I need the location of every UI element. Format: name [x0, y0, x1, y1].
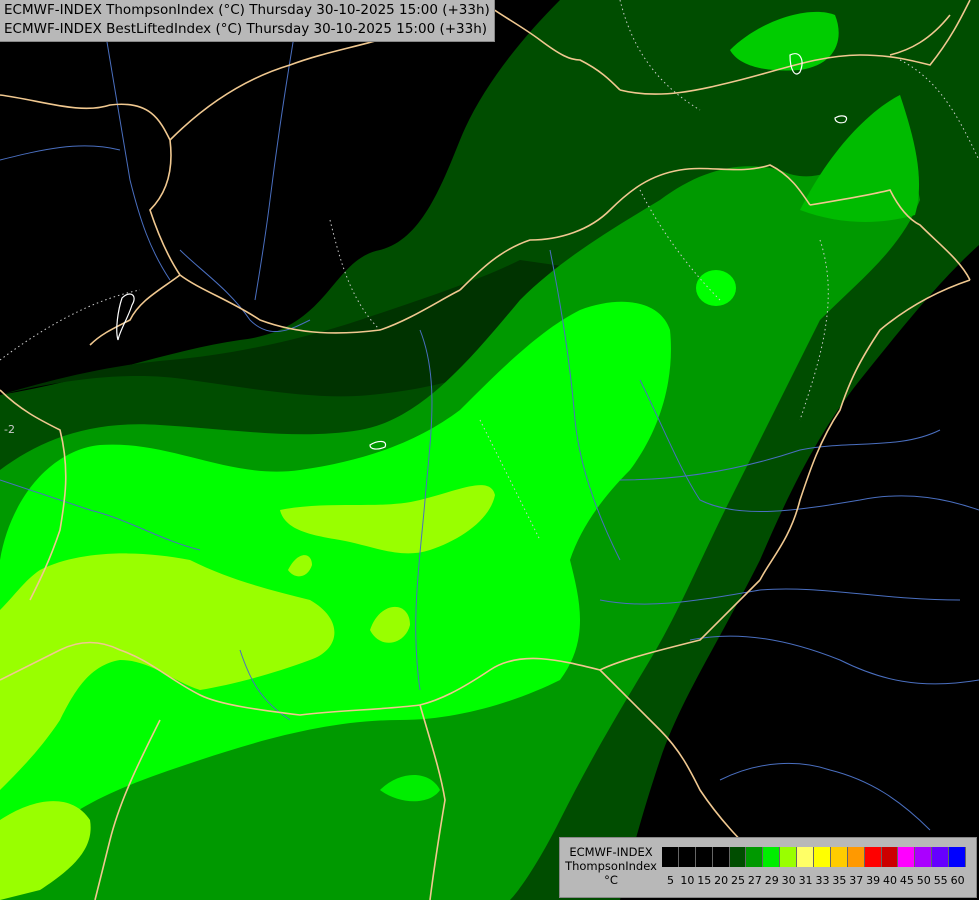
weather-map: -2 [0, 0, 979, 900]
legend-tick: 60 [950, 874, 965, 887]
legend-swatch [830, 847, 848, 867]
legend-tick: 15 [697, 874, 712, 887]
legend-label: ECMWF-INDEX ThompsonIndex °C [562, 845, 660, 887]
legend-swatch [932, 847, 950, 867]
legend-tick: 10 [680, 874, 695, 887]
legend-swatches [662, 847, 967, 867]
title-thompson-index: ECMWF-INDEX ThompsonIndex (°C) Thursday … [4, 2, 490, 18]
color-legend: ECMWF-INDEX ThompsonIndex °C 5 10 15 20 25 27… [559, 837, 977, 898]
title-best-lifted-index: ECMWF-INDEX BestLiftedIndex (°C) Thursda… [4, 21, 488, 37]
legend-swatch [780, 847, 798, 867]
legend-swatch [695, 847, 713, 867]
field-bright-blob [696, 270, 736, 306]
legend-tick: 50 [916, 874, 931, 887]
legend-swatch [847, 847, 865, 867]
legend-tick: 31 [798, 874, 813, 887]
contour-label: -2 [4, 423, 15, 436]
legend-unit: °C [604, 873, 618, 887]
legend-ticks: 5 10 15 20 25 27 29 30 31 33 35 37 39 40 45 50 55 60 [662, 874, 966, 887]
legend-tick: 33 [815, 874, 830, 887]
legend-title: ECMWF-INDEX [569, 845, 653, 859]
legend-tick: 45 [899, 874, 914, 887]
legend-tick: 37 [849, 874, 864, 887]
legend-tick: 27 [747, 874, 762, 887]
legend-swatch [814, 847, 831, 867]
legend-tick: 25 [731, 874, 745, 887]
legend-swatch [797, 847, 815, 867]
legend-swatch [712, 847, 730, 867]
legend-swatch [746, 847, 764, 867]
legend-tick: 5 [666, 874, 674, 887]
legend-swatch [763, 847, 781, 867]
legend-swatch [678, 847, 696, 867]
legend-tick: 55 [933, 874, 948, 887]
legend-swatch [729, 847, 747, 867]
legend-swatch [864, 847, 882, 867]
legend-variable: ThompsonIndex [565, 859, 657, 873]
map-title-box: ECMWF-INDEX ThompsonIndex (°C) Thursday … [0, 0, 495, 42]
legend-tick: 29 [764, 874, 779, 887]
legend-tick: 20 [714, 874, 729, 887]
legend-swatch [915, 847, 933, 867]
legend-tick: 39 [866, 874, 881, 887]
legend-swatch [898, 847, 916, 867]
legend-swatch [881, 847, 899, 867]
legend-tick: 35 [832, 874, 847, 887]
legend-swatch [949, 847, 967, 867]
legend-swatch [662, 847, 679, 867]
legend-tick: 30 [781, 874, 796, 887]
legend-tick: 40 [883, 874, 898, 887]
